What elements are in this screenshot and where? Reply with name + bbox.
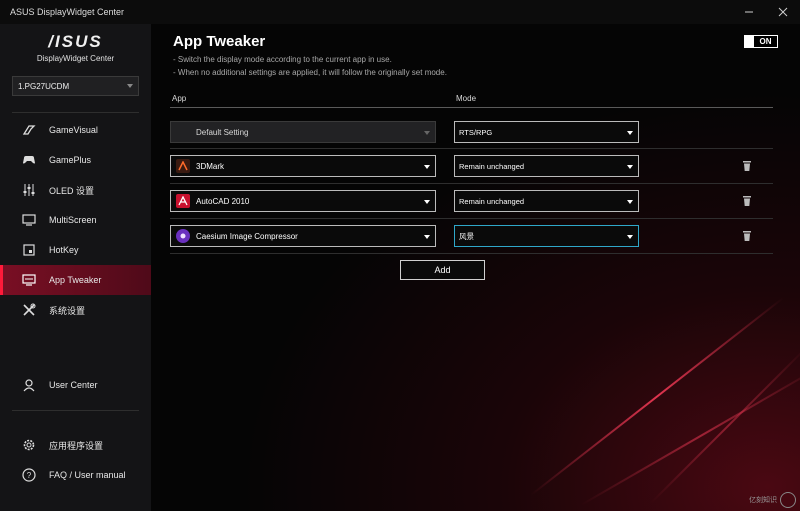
- mode-select-value: Remain unchanged: [459, 196, 525, 206]
- sidebar-item-multiscreen[interactable]: MultiScreen: [0, 205, 151, 235]
- main-panel: App Tweaker - Switch the display mode ac…: [151, 24, 800, 511]
- mode-select[interactable]: Remain unchanged: [454, 155, 639, 177]
- monitor-select[interactable]: 1.PG27UCDM: [12, 76, 139, 96]
- sidebar-item-label: 应用程序设置: [49, 440, 104, 451]
- sidebar: /ISUS DisplayWidget Center 1.PG27UCDM Ga…: [0, 24, 151, 511]
- sidebar-divider: [12, 410, 139, 411]
- toggle-knob: [745, 36, 754, 47]
- autocad-icon: [176, 194, 190, 208]
- gear-icon: [22, 438, 36, 452]
- chevron-down-icon: [424, 165, 430, 169]
- page-title: App Tweaker: [173, 33, 266, 50]
- trash-icon[interactable]: [741, 195, 753, 207]
- row-divider: [170, 218, 773, 219]
- sidebar-item-label: GameVisual: [49, 125, 98, 135]
- sidebar-item-label: FAQ / User manual: [49, 470, 126, 480]
- watermark-text: 亿刻知识: [749, 497, 777, 504]
- sidebar-item-gamevisual[interactable]: GameVisual: [0, 115, 151, 145]
- sliders-icon: [22, 183, 36, 197]
- sidebar-item-label: User Center: [49, 380, 98, 390]
- sidebar-item-label: MultiScreen: [49, 215, 97, 225]
- app-select[interactable]: AutoCAD 2010: [170, 190, 436, 212]
- svg-text:?: ?: [27, 471, 32, 480]
- watermark: 亿刻知识: [749, 492, 796, 508]
- header-divider: [170, 107, 773, 108]
- app-select-value: 3DMark: [196, 161, 225, 171]
- app-select[interactable]: 3DMark: [170, 155, 436, 177]
- close-button[interactable]: [766, 0, 800, 24]
- sidebar-item-faq[interactable]: ? FAQ / User manual: [0, 460, 151, 490]
- sidebar-footer: 应用程序设置 ? FAQ / User manual: [0, 430, 151, 490]
- mode-select-value: Remain unchanged: [459, 161, 525, 171]
- chevron-down-icon: [627, 165, 633, 169]
- sidebar-user: User Center: [0, 370, 151, 400]
- close-icon: [778, 7, 788, 17]
- hotkey-icon: [22, 243, 36, 257]
- minimize-icon: [745, 11, 753, 13]
- trash-icon[interactable]: [741, 160, 753, 172]
- help-icon: ?: [22, 468, 36, 482]
- sidebar-item-label: OLED 设置: [49, 185, 95, 196]
- app-tweaker-icon: [22, 273, 36, 287]
- mode-select-value: 风景: [459, 231, 474, 241]
- chevron-down-icon: [424, 200, 430, 204]
- monitor-select-value: 1.PG27UCDM: [18, 81, 70, 91]
- sidebar-item-user-center[interactable]: User Center: [0, 370, 151, 400]
- chevron-down-icon: [127, 84, 133, 88]
- toggle-label: ON: [759, 37, 772, 46]
- logo-text: /ISUS: [48, 32, 103, 51]
- mode-select[interactable]: RTS/RPG: [454, 121, 639, 143]
- mode-select[interactable]: 风景: [454, 225, 639, 247]
- user-icon: [22, 378, 36, 392]
- sidebar-item-app-settings[interactable]: 应用程序设置: [0, 430, 151, 460]
- row-divider: [170, 183, 773, 184]
- app-select-value: Caesium Image Compressor: [196, 231, 298, 241]
- window-title: ASUS DisplayWidget Center: [10, 7, 125, 17]
- 3dmark-icon: [176, 159, 190, 173]
- chevron-down-icon: [424, 131, 430, 135]
- gamevisual-icon: [22, 123, 36, 137]
- app-select[interactable]: Caesium Image Compressor: [170, 225, 436, 247]
- column-header-app: App: [172, 94, 187, 103]
- sidebar-item-gameplus[interactable]: GamePlus: [0, 145, 151, 175]
- sidebar-item-label: App Tweaker: [49, 275, 102, 285]
- app-select-value: Default Setting: [196, 127, 249, 137]
- decor-stripe: [530, 297, 784, 496]
- sidebar-item-oled[interactable]: OLED 设置: [0, 175, 151, 205]
- trash-icon[interactable]: [741, 230, 753, 242]
- mode-select[interactable]: Remain unchanged: [454, 190, 639, 212]
- chevron-down-icon: [627, 131, 633, 135]
- gamepad-icon: [22, 153, 36, 167]
- sidebar-divider: [12, 112, 139, 113]
- chevron-down-icon: [424, 235, 430, 239]
- chevron-down-icon: [627, 235, 633, 239]
- app-tweaker-toggle[interactable]: ON: [744, 35, 778, 48]
- add-button[interactable]: Add: [400, 260, 485, 280]
- monitor-icon: [22, 213, 36, 227]
- watermark-logo-icon: [780, 492, 796, 508]
- tools-icon: [22, 303, 36, 317]
- app-select-value: AutoCAD 2010: [196, 196, 250, 206]
- logo-subtitle: DisplayWidget Center: [36, 54, 115, 63]
- caesium-icon: [176, 229, 190, 243]
- page-description: - Switch the display mode according to t…: [173, 55, 392, 64]
- chevron-down-icon: [627, 200, 633, 204]
- page-description: - When no additional settings are applie…: [173, 68, 447, 77]
- sidebar-nav: GameVisual GamePlus OLED 设置 MultiScreen …: [0, 115, 151, 325]
- asus-logo: /ISUS DisplayWidget Center: [0, 32, 151, 63]
- sidebar-item-label: 系统设置: [49, 305, 86, 316]
- sidebar-item-app-tweaker[interactable]: App Tweaker: [0, 265, 151, 295]
- row-divider: [170, 253, 773, 254]
- minimize-button[interactable]: [732, 0, 766, 24]
- sidebar-item-hotkey[interactable]: HotKey: [0, 235, 151, 265]
- sidebar-item-label: GamePlus: [49, 155, 92, 165]
- sidebar-item-system-settings[interactable]: 系统设置: [0, 295, 151, 325]
- mode-select-value: RTS/RPG: [459, 127, 493, 137]
- title-bar: ASUS DisplayWidget Center: [0, 0, 800, 24]
- sidebar-item-label: HotKey: [49, 245, 79, 255]
- decor-stripe: [650, 346, 800, 504]
- row-divider: [170, 148, 773, 149]
- app-select-default: Default Setting: [170, 121, 436, 143]
- column-header-mode: Mode: [456, 94, 477, 103]
